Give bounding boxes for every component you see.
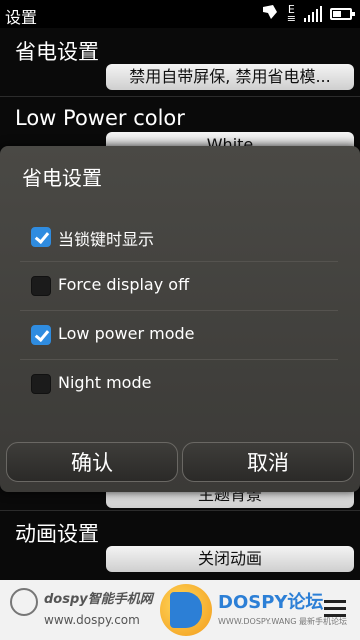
- battery-fill: [333, 11, 341, 17]
- dialog-option-lock-display[interactable]: 当锁键时显示: [20, 213, 338, 261]
- dialog-title: 省电设置: [22, 166, 102, 190]
- option-label: 当锁键时显示: [58, 230, 155, 249]
- option-label: Force display off: [58, 275, 190, 294]
- power-saving-title: 省电设置: [15, 40, 99, 64]
- option-label: Low power mode: [58, 324, 195, 343]
- divider: [0, 510, 360, 511]
- confirm-button[interactable]: 确认: [6, 442, 178, 482]
- option-label: Night mode: [58, 373, 152, 392]
- status-bar: 设置 E ≡: [0, 0, 360, 28]
- dialog-option-low-power-mode[interactable]: Low power mode: [20, 311, 338, 359]
- low-power-color-title: Low Power color: [15, 106, 185, 130]
- animation-value-button[interactable]: 关闭动画: [106, 546, 354, 572]
- checkbox[interactable]: [31, 325, 51, 345]
- checkbox[interactable]: [31, 227, 51, 247]
- network-icon: E ≡: [286, 3, 296, 25]
- power-saving-value-button[interactable]: 禁用自带屏保, 禁用省电模...: [106, 64, 354, 90]
- menu-icon[interactable]: [324, 600, 346, 621]
- checkbox[interactable]: [31, 276, 51, 296]
- watermark-left: dospy智能手机网 www.dospy.com: [10, 588, 153, 627]
- dospy-d-logo-icon: [160, 584, 212, 636]
- notification-icon: [261, 4, 279, 24]
- divider: [0, 96, 360, 97]
- watermark-brand: dospy智能手机网: [44, 592, 153, 607]
- dialog-option-force-display-off[interactable]: Force display off: [20, 262, 338, 310]
- dospy-logo-icon: [10, 588, 38, 616]
- dialog-option-night-mode[interactable]: Night mode: [20, 360, 338, 408]
- power-saving-dialog: 省电设置 当锁键时显示 Force display off Low power …: [0, 146, 360, 492]
- checkbox[interactable]: [31, 374, 51, 394]
- status-title: 设置: [5, 8, 38, 27]
- watermark-url: www.dospy.com: [44, 613, 140, 627]
- cancel-button[interactable]: 取消: [182, 442, 354, 482]
- network-label: E: [287, 3, 295, 16]
- status-icons: E ≡: [261, 3, 355, 25]
- battery-icon: [330, 8, 355, 20]
- animation-title: 动画设置: [15, 522, 99, 546]
- signal-icon: [304, 6, 322, 22]
- watermark-footer: dospy智能手机网 www.dospy.com DOSPY论坛 WWW.DOS…: [0, 580, 360, 640]
